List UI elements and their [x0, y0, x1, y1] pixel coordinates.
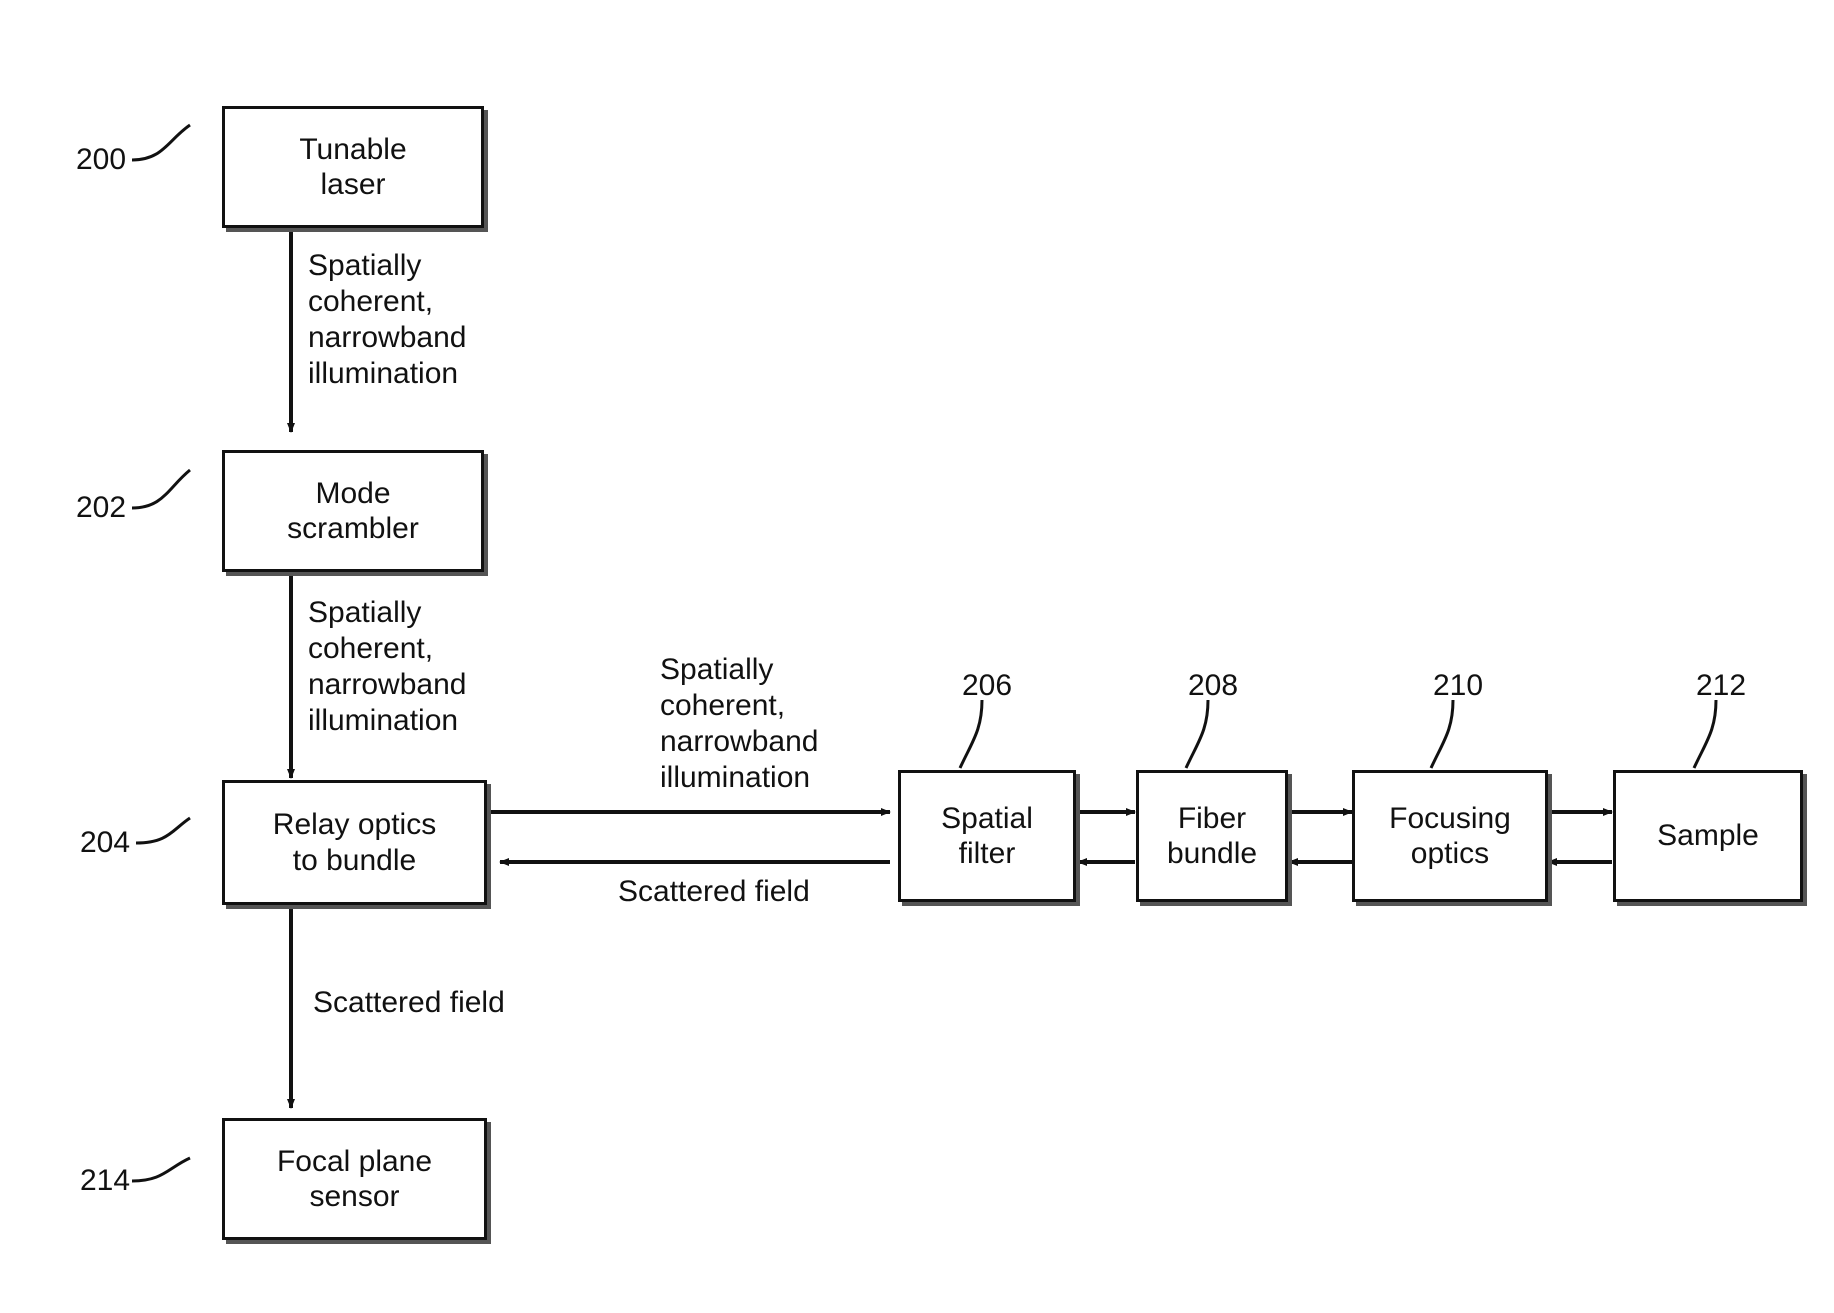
- edge-label-relay-to-filter: Spatially coherent, narrowband illuminat…: [660, 653, 819, 794]
- edge-label-laser-to-scrambler: Spatially coherent, narrowband illuminat…: [308, 249, 467, 390]
- node-mode-scrambler-label: Mode scrambler: [287, 476, 419, 545]
- figure-block-diagram: Tunable laser Mode scrambler Relay optic…: [0, 0, 1834, 1313]
- ref-label-214: 214: [80, 1164, 131, 1197]
- ref-label-208: 208: [1188, 669, 1239, 702]
- node-focal-plane-sensor-label: Focal plane sensor: [276, 1144, 433, 1213]
- node-mode-scrambler[interactable]: Mode scrambler: [222, 450, 484, 572]
- node-fiber-bundle-label: Fiber bundle: [1166, 801, 1258, 870]
- ref-label-210: 210: [1433, 669, 1484, 702]
- ref-label-204: 204: [80, 826, 131, 859]
- edge-label-filter-to-relay: Scattered field: [618, 875, 810, 908]
- ref-label-202: 202: [76, 491, 127, 524]
- node-tunable-laser[interactable]: Tunable laser: [222, 106, 484, 228]
- node-relay-optics[interactable]: Relay optics to bundle: [222, 780, 487, 905]
- node-sample-label: Sample: [1657, 819, 1759, 853]
- ref-label-200: 200: [76, 143, 127, 176]
- node-tunable-laser-label: Tunable laser: [299, 132, 407, 201]
- node-sample[interactable]: Sample: [1613, 770, 1803, 902]
- node-focusing-optics-label: Focusing optics: [1389, 801, 1511, 870]
- node-fiber-bundle[interactable]: Fiber bundle: [1136, 770, 1288, 902]
- node-spatial-filter[interactable]: Spatial filter: [898, 770, 1076, 902]
- node-focusing-optics[interactable]: Focusing optics: [1352, 770, 1548, 902]
- edge-label-scrambler-to-relay: Spatially coherent, narrowband illuminat…: [308, 596, 467, 737]
- node-focal-plane-sensor[interactable]: Focal plane sensor: [222, 1118, 487, 1240]
- ref-label-212: 212: [1696, 669, 1747, 702]
- ref-label-206: 206: [962, 669, 1013, 702]
- node-spatial-filter-label: Spatial filter: [941, 801, 1033, 870]
- node-relay-optics-label: Relay optics to bundle: [272, 808, 437, 877]
- edge-label-relay-to-sensor: Scattered field: [313, 986, 505, 1019]
